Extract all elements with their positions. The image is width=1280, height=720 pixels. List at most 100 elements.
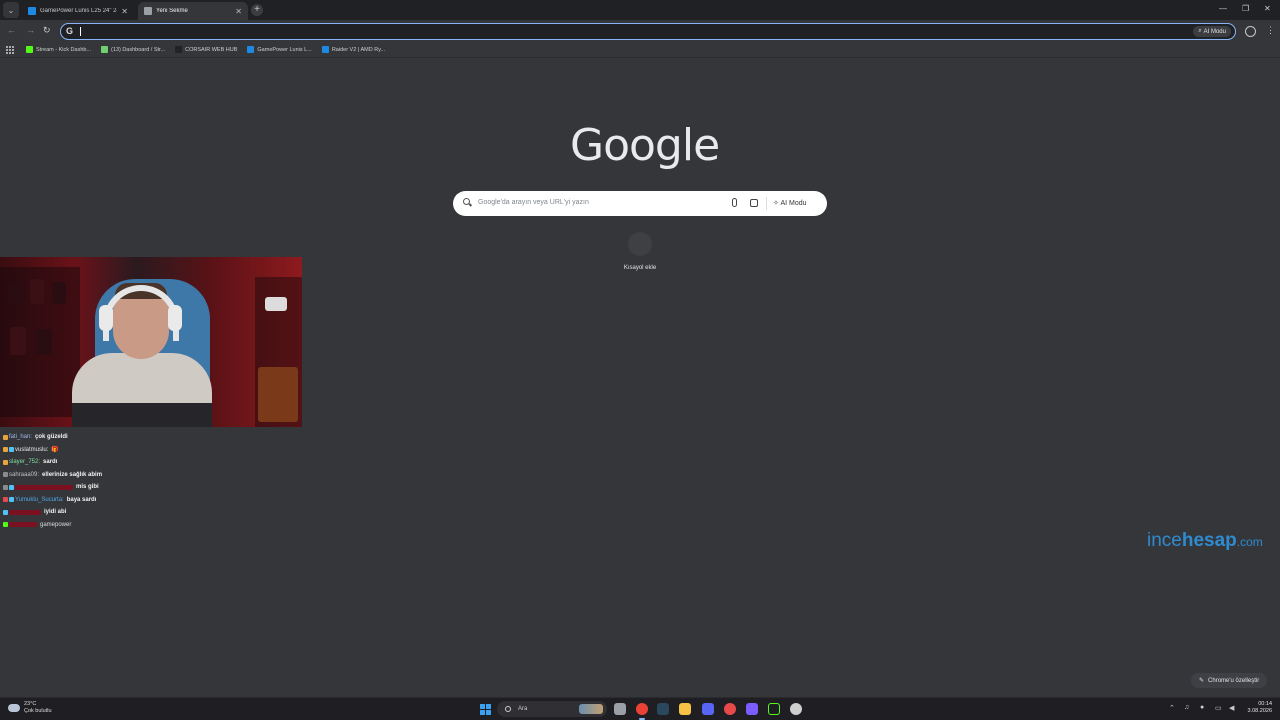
chat-badge-icon [9,497,14,503]
address-bar[interactable]: G ⌕ AI Modu [60,23,1236,40]
taskbar-search[interactable]: Ara [497,701,607,717]
bookmark-corsair[interactable]: CORSAIR WEB HUB [175,46,237,53]
ai-mode-label: AI Modu [1203,28,1226,35]
pencil-icon: ✎ [1199,678,1205,684]
chat-badge-icon [3,484,8,490]
watermark-part: .com [1236,535,1263,549]
browser-toolbar: ← → ↻ G ⌕ AI Modu ⋮ [0,20,1280,42]
chat-badge-icon [3,522,8,528]
chat-message: mis gibi [3,481,303,494]
chat-badge-icon [3,447,8,453]
start-button[interactable] [480,704,491,715]
chat-username-redacted [9,509,41,515]
bookmark-raider[interactable]: Raider V2 | AMD Ry... [321,46,386,53]
search-box[interactable]: Google'da arayın veya URL'yi yazın ✧ AI … [453,191,827,216]
folder-icon[interactable] [679,703,691,715]
headphones-icon[interactable]: ♫ [1184,704,1189,711]
tab-search-button[interactable]: ⌄ [3,2,19,18]
chat-username: vuslatmuslu: [15,446,49,453]
apps-grid-icon[interactable] [6,45,14,54]
monitor-icon[interactable]: ▭ [1215,704,1222,712]
close-icon[interactable]: ✕ [235,7,242,16]
restore-button[interactable]: ❐ [1242,4,1249,13]
watermark-part: hesap [1181,530,1237,551]
clock-date: 3.08.2026 [1247,708,1272,714]
chat-badge-icon [3,497,8,503]
bookmark-gamepower[interactable]: GamePower Lunis L... [247,46,312,53]
reload-button[interactable]: ↻ [43,25,51,36]
ai-mode-button[interactable]: ✧ AI Modu [773,199,807,207]
google-lens-icon[interactable] [750,199,758,207]
watermark-part: ince [1147,530,1182,551]
chat-username: slayer_752: [9,459,41,466]
microphone-icon[interactable] [732,198,737,207]
back-button[interactable]: ← [7,25,16,35]
chat-text: sardı [43,459,58,466]
more-menu-icon[interactable]: ⋮ [1266,25,1275,36]
grid-app-icon[interactable] [746,703,758,715]
chat-message: sahraaa09: ellerinize sağlık abim [3,469,303,482]
corsair-favicon-icon [175,46,183,53]
add-shortcut-button[interactable] [628,232,652,256]
new-tab-button[interactable]: + [251,4,263,16]
bookmark-label: (13) Dashboard / Str... [111,46,166,53]
window-close-button[interactable]: ✕ [1264,4,1271,13]
search-placeholder: Google'da arayın veya URL'yi yazın [478,199,589,206]
chat-username-redacted [9,522,37,528]
obs-icon[interactable] [790,703,802,715]
search-icon [505,706,511,712]
chevron-up-icon[interactable]: ⌃ [1169,704,1175,712]
tab-title: GamePower Lunis L25 24" 240Hz [40,8,117,14]
google-logo: Google [570,120,720,171]
chat-message: Yumuklu_Sucurta: baya sardı [3,494,303,507]
steam-icon[interactable] [657,703,669,715]
weather-text: 23°C Çok bulutlu [24,701,52,715]
new-tab-favicon-icon [144,7,152,15]
tab-strip: ⌄ GamePower Lunis L25 24" 240Hz ✕ Yeni S… [0,0,1280,20]
search-icon [463,198,470,205]
ai-mode-chip[interactable]: ⌕ AI Modu [1193,26,1231,37]
chat-text: ellerinize sağlık abim [42,471,103,478]
bookmark-label: CORSAIR WEB HUB [185,46,238,53]
add-shortcut-label: Kısayol ekle [623,265,657,271]
chat-badge-icon [9,447,14,453]
chat-text: gamepower [40,521,72,528]
chat-message: fati_han: çok güzeldi [3,431,303,444]
chat-text: baya sardı [66,496,97,503]
chat-username: Yumuklu_Sucurta: [15,496,64,503]
tab-new-tab[interactable]: Yeni Sekme ✕ [138,2,248,20]
chat-username-redacted [15,484,73,490]
system-clock[interactable]: 00:14 3.08.2026 [1242,701,1272,715]
forward-button[interactable]: → [26,25,35,35]
weather-widget[interactable]: 23°C Çok bulutlu [8,701,52,715]
close-icon[interactable]: ✕ [121,7,128,16]
file-icon[interactable] [614,703,626,715]
bookmark-label: Raider V2 | AMD Ry... [331,46,386,53]
bookmark-label: GamePower Lunis L... [257,46,312,53]
cloud-icon [8,704,20,712]
minimize-button[interactable]: — [1219,4,1227,13]
bookmark-dashboard[interactable]: (13) Dashboard / Str... [101,46,165,53]
chat-badge-icon [3,434,8,440]
chat-text: mis gibi [76,484,99,491]
watermark-logo: incehesap.com [1147,530,1263,552]
chrome-icon[interactable] [636,703,648,720]
kick-icon[interactable] [768,703,780,715]
tab-gamepower[interactable]: GamePower Lunis L25 24" 240Hz ✕ [22,2,134,20]
customize-chrome-button[interactable]: ✎ Chrome'u özelleştir [1191,673,1268,688]
volume-icon[interactable]: ◀ [1229,704,1234,712]
chat-message: vuslatmuslu: 🎁 [3,444,303,457]
microphone-icon[interactable]: ● [1200,704,1204,711]
ai-sparkle-icon: ⌕ [1198,28,1202,34]
chat-text: çok güzeldi [35,434,68,441]
chat-username: sahraaa09: [9,471,40,478]
chat-badge-icon [9,484,14,490]
google-icon: G [66,26,74,36]
profile-icon[interactable] [1245,26,1256,37]
discord-icon[interactable] [702,703,714,715]
bookmark-kick[interactable]: Stream - Kick Dashb... [26,46,91,53]
gamepower-favicon-icon [28,7,36,15]
stream-chat: fati_han: çok güzeldi vuslatmuslu: 🎁 sla… [3,431,303,531]
chat-badge-icon [3,472,8,478]
app-icon[interactable] [724,703,736,715]
